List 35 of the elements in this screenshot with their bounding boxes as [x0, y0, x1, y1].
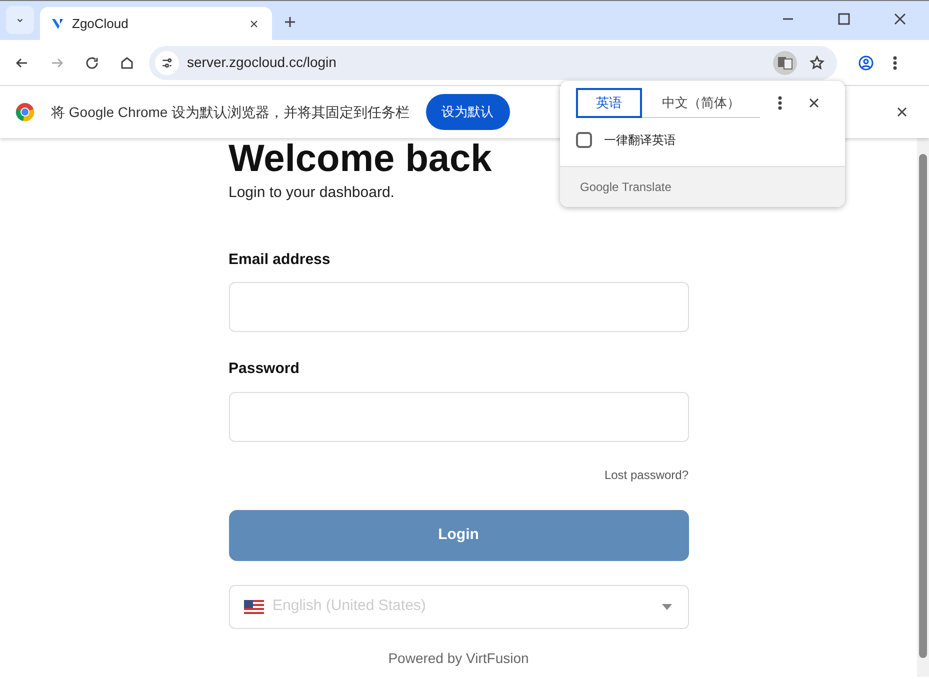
powered-by-text: Powered by VirtFusion	[388, 648, 529, 668]
url-text: server.zgocloud.cc/login	[187, 53, 336, 72]
caret-icon	[662, 604, 672, 610]
input-field[interactable]	[228, 392, 688, 442]
reload-icon[interactable]	[84, 54, 100, 70]
translate-button[interactable]	[773, 50, 797, 74]
browser-tab[interactable]: ZgoCloud	[40, 7, 272, 41]
home-icon[interactable]	[119, 54, 135, 70]
language-tab[interactable]: 英语	[576, 88, 642, 118]
close-icon[interactable]	[892, 11, 908, 27]
field-label: Email address	[228, 250, 332, 270]
star-icon[interactable]	[809, 54, 825, 70]
v-logo-icon	[52, 18, 64, 30]
page-subtitle: Login to your dashboard.	[228, 183, 394, 203]
language-tab[interactable]: 中文（简体）	[642, 88, 760, 118]
maximize-icon[interactable]	[836, 11, 852, 27]
checkbox-label: 一律翻译英语	[604, 132, 676, 149]
sliders-icon[interactable]	[160, 56, 174, 70]
set-default-button[interactable]: 设为默认	[426, 94, 510, 130]
scrollbar[interactable]	[917, 138, 929, 677]
lost-password-link[interactable]: Lost password?	[604, 466, 688, 484]
address-bar[interactable]: server.zgocloud.cc/login	[149, 46, 837, 80]
profile-icon[interactable]	[858, 54, 874, 70]
page-title: Welcome back	[228, 137, 492, 182]
checkbox[interactable]	[576, 132, 592, 148]
login-button[interactable]: Login	[228, 510, 688, 560]
browser-logo-icon	[15, 102, 35, 122]
field-label: Password	[228, 359, 300, 379]
tab-title: ZgoCloud	[72, 15, 130, 34]
infobar-message: 将 Google Chrome 设为默认浏览器，并将其固定到任务栏	[51, 102, 410, 122]
input-field[interactable]	[228, 282, 688, 332]
translate-footer: Google Translate	[580, 178, 672, 196]
close-icon[interactable]	[248, 18, 260, 30]
site-info-button[interactable]	[155, 50, 179, 74]
flag-icon	[244, 600, 264, 614]
